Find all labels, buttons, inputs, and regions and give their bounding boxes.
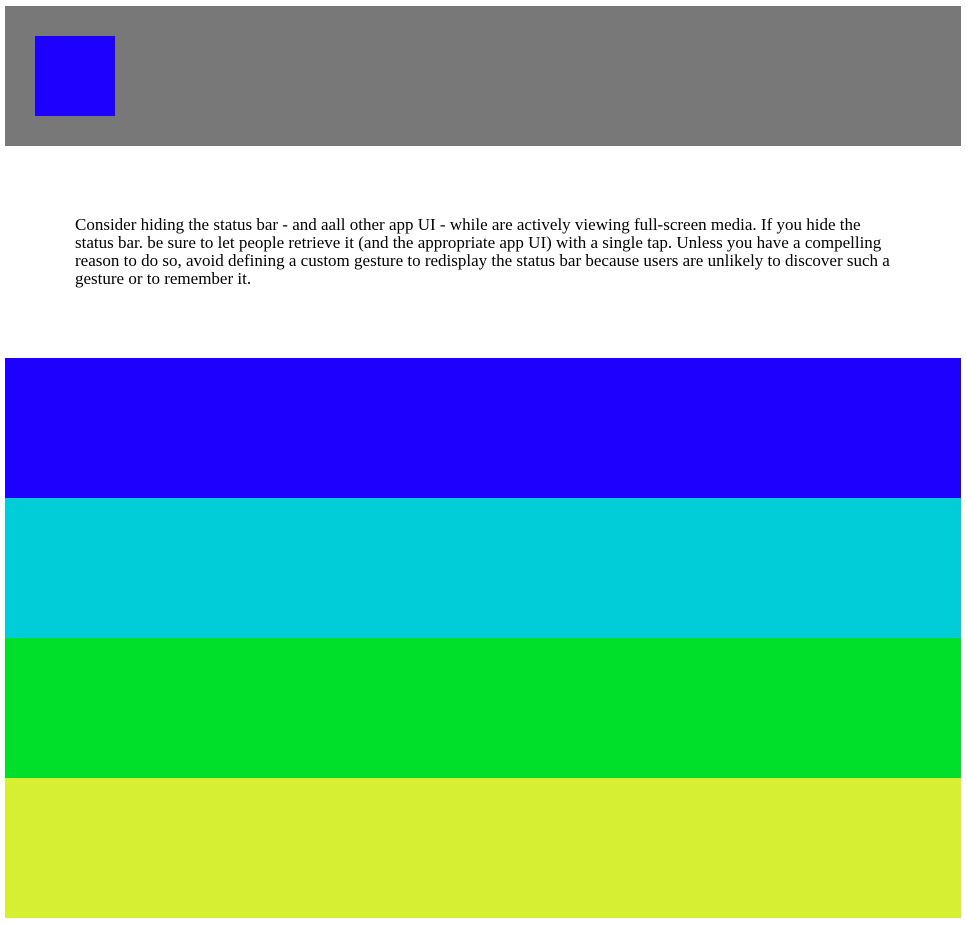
logo-square-icon bbox=[35, 36, 115, 116]
content-section: Consider hiding the status bar - and aal… bbox=[5, 146, 961, 358]
color-band-yellow-green bbox=[5, 778, 961, 918]
color-band-cyan bbox=[5, 498, 961, 638]
status-bar-guidance-text: Consider hiding the status bar - and aal… bbox=[75, 215, 890, 288]
page: Consider hiding the status bar - and aal… bbox=[5, 6, 961, 918]
color-band-blue bbox=[5, 358, 961, 498]
header-bar bbox=[5, 6, 961, 146]
color-band-green bbox=[5, 638, 961, 778]
